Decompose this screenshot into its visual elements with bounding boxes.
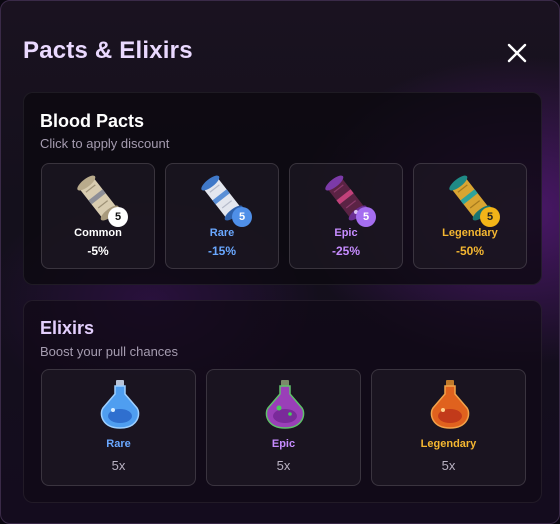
elixirs-section: Elixirs Boost your pull chances Rare 5x … <box>23 300 542 503</box>
blood-pacts-subtitle: Click to apply discount <box>40 136 170 151</box>
potion-icon <box>100 380 140 429</box>
elixir-rarity-label: Legendary <box>420 438 477 450</box>
pact-card-legendary[interactable]: 5 Legendary -50% <box>413 163 527 269</box>
pact-rarity-label: Legendary <box>442 227 498 239</box>
elixir-rarity-label: Rare <box>106 438 131 450</box>
elixir-card-epic[interactable]: Epic 5x <box>206 369 361 486</box>
pact-card-rare[interactable]: 5 Rare -15% <box>165 163 279 269</box>
modal-title: Pacts & Elixirs <box>23 37 193 64</box>
pact-card-common[interactable]: 5 Common -5% <box>41 163 155 269</box>
pacts-elixirs-modal: Pacts & Elixirs Blood Pacts Click to app… <box>0 0 560 524</box>
elixir-rarity-label: Epic <box>271 438 296 450</box>
pact-count-badge: 5 <box>356 207 376 227</box>
pact-rarity-label: Common <box>74 227 122 239</box>
blood-pacts-section: Blood Pacts Click to apply discount 5 Co… <box>23 92 542 285</box>
close-icon[interactable] <box>503 39 531 67</box>
elixirs-subtitle: Boost your pull chances <box>40 344 179 359</box>
potion-icon <box>430 380 470 429</box>
pact-count-badge: 5 <box>108 207 128 227</box>
pact-card-epic[interactable]: 5 Epic -25% <box>289 163 403 269</box>
elixir-quantity: 5x <box>111 458 126 473</box>
elixirs-title: Elixirs <box>40 318 95 338</box>
elixir-card-rare[interactable]: Rare 5x <box>41 369 196 486</box>
elixir-quantity: 5x <box>276 458 291 473</box>
potion-icon <box>265 380 305 429</box>
elixir-quantity: 5x <box>441 458 456 473</box>
pact-count-badge: 5 <box>480 207 500 227</box>
blood-pacts-title: Blood Pacts <box>40 111 145 131</box>
pact-rarity-label: Rare <box>209 227 235 239</box>
pact-discount: -15% <box>207 244 236 258</box>
pact-discount: -50% <box>455 244 484 258</box>
pact-discount: -5% <box>87 244 109 258</box>
pact-count-badge: 5 <box>232 207 252 227</box>
pact-discount: -25% <box>331 244 360 258</box>
pact-rarity-label: Epic <box>334 227 358 239</box>
elixir-card-legendary[interactable]: Legendary 5x <box>371 369 526 486</box>
